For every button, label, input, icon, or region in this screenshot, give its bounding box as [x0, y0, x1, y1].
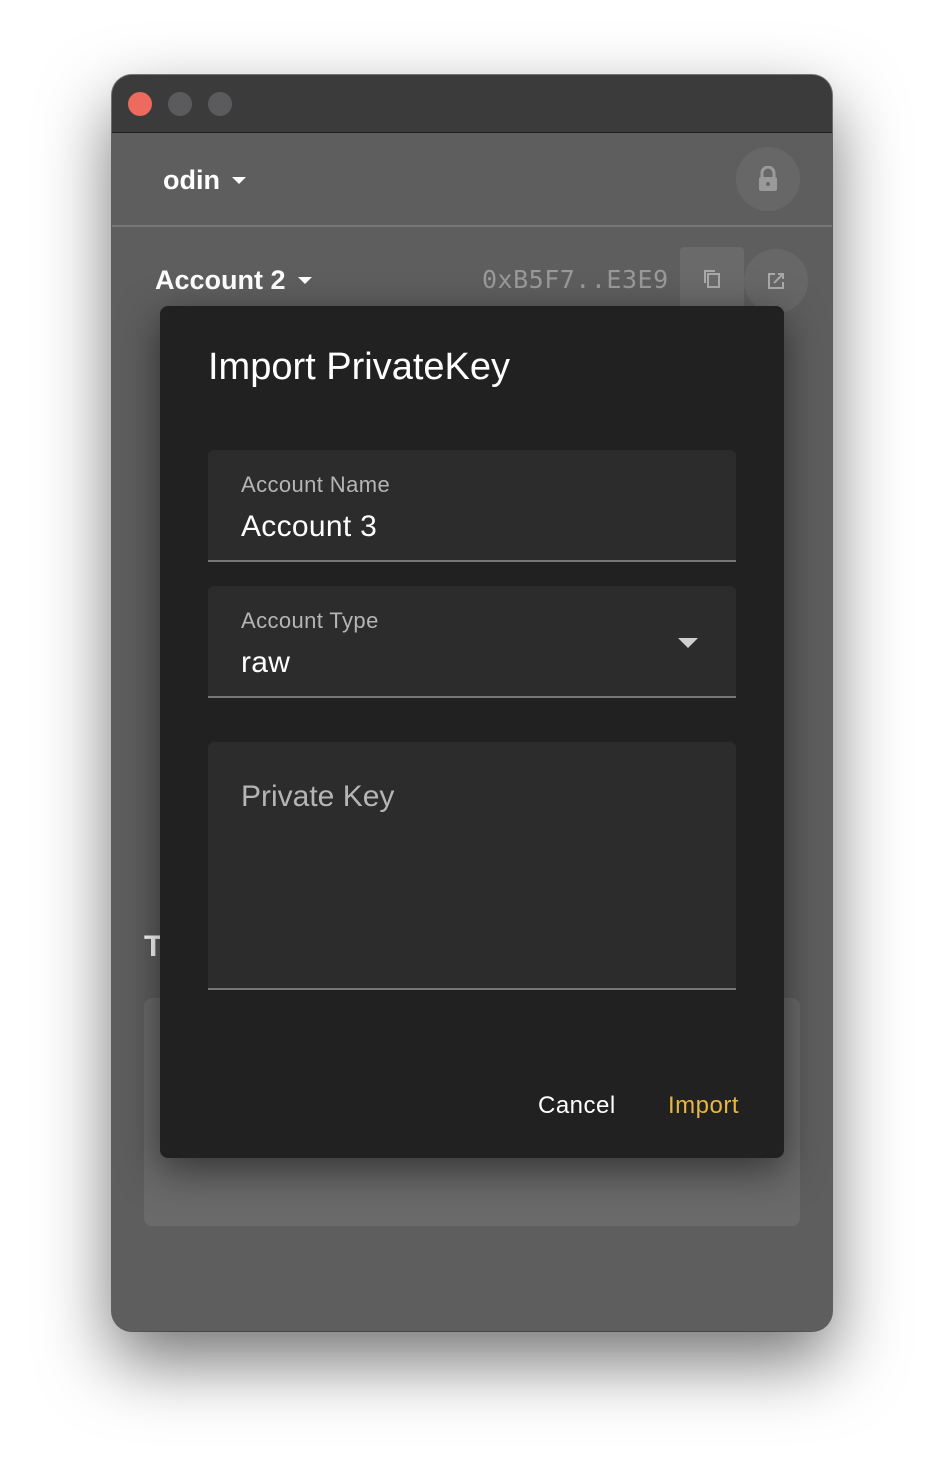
minimize-window-button[interactable]	[168, 92, 192, 116]
chevron-down-icon	[678, 638, 698, 648]
chevron-down-icon	[297, 276, 312, 284]
private-key-input[interactable]	[208, 742, 736, 988]
account-selector[interactable]: Account 2	[155, 263, 312, 297]
open-explorer-button[interactable]	[744, 249, 808, 313]
account-type-value: raw	[241, 646, 291, 679]
account-name-input[interactable]: Account 3	[241, 510, 377, 544]
lock-button[interactable]	[736, 147, 800, 211]
open-external-icon	[768, 273, 784, 289]
maximize-window-button[interactable]	[208, 92, 232, 116]
import-button[interactable]: Import	[668, 1082, 739, 1130]
copy-address-button[interactable]	[680, 247, 744, 311]
account-type-select[interactable]: Account Type raw	[208, 586, 736, 698]
app-window: odin Account 2 0xB5F7..E3E9 T Import Pri…	[112, 75, 832, 1331]
title-bar	[112, 75, 832, 133]
account-address: 0xB5F7..E3E9	[482, 265, 669, 294]
dialog-title: Import PrivateKey	[208, 346, 510, 388]
wallet-selector[interactable]: odin	[163, 163, 246, 197]
account-row: Account 2 0xB5F7..E3E9	[112, 227, 832, 317]
private-key-field[interactable]	[208, 742, 736, 990]
chevron-down-icon	[231, 176, 246, 184]
account-name-field[interactable]: Account Name Account 3	[208, 450, 736, 562]
app-header: odin	[112, 133, 832, 227]
account-type-label: Account Type	[241, 608, 379, 633]
lock-icon	[759, 166, 777, 191]
cancel-button[interactable]: Cancel	[538, 1082, 616, 1130]
account-name-label: Account Name	[241, 472, 391, 497]
close-window-button[interactable]	[128, 92, 152, 116]
copy-icon	[704, 270, 720, 288]
account-name: Account 2	[155, 264, 286, 295]
wallet-name: odin	[163, 164, 220, 195]
import-privatekey-dialog: Import PrivateKey Account Name Account 3…	[160, 306, 784, 1158]
